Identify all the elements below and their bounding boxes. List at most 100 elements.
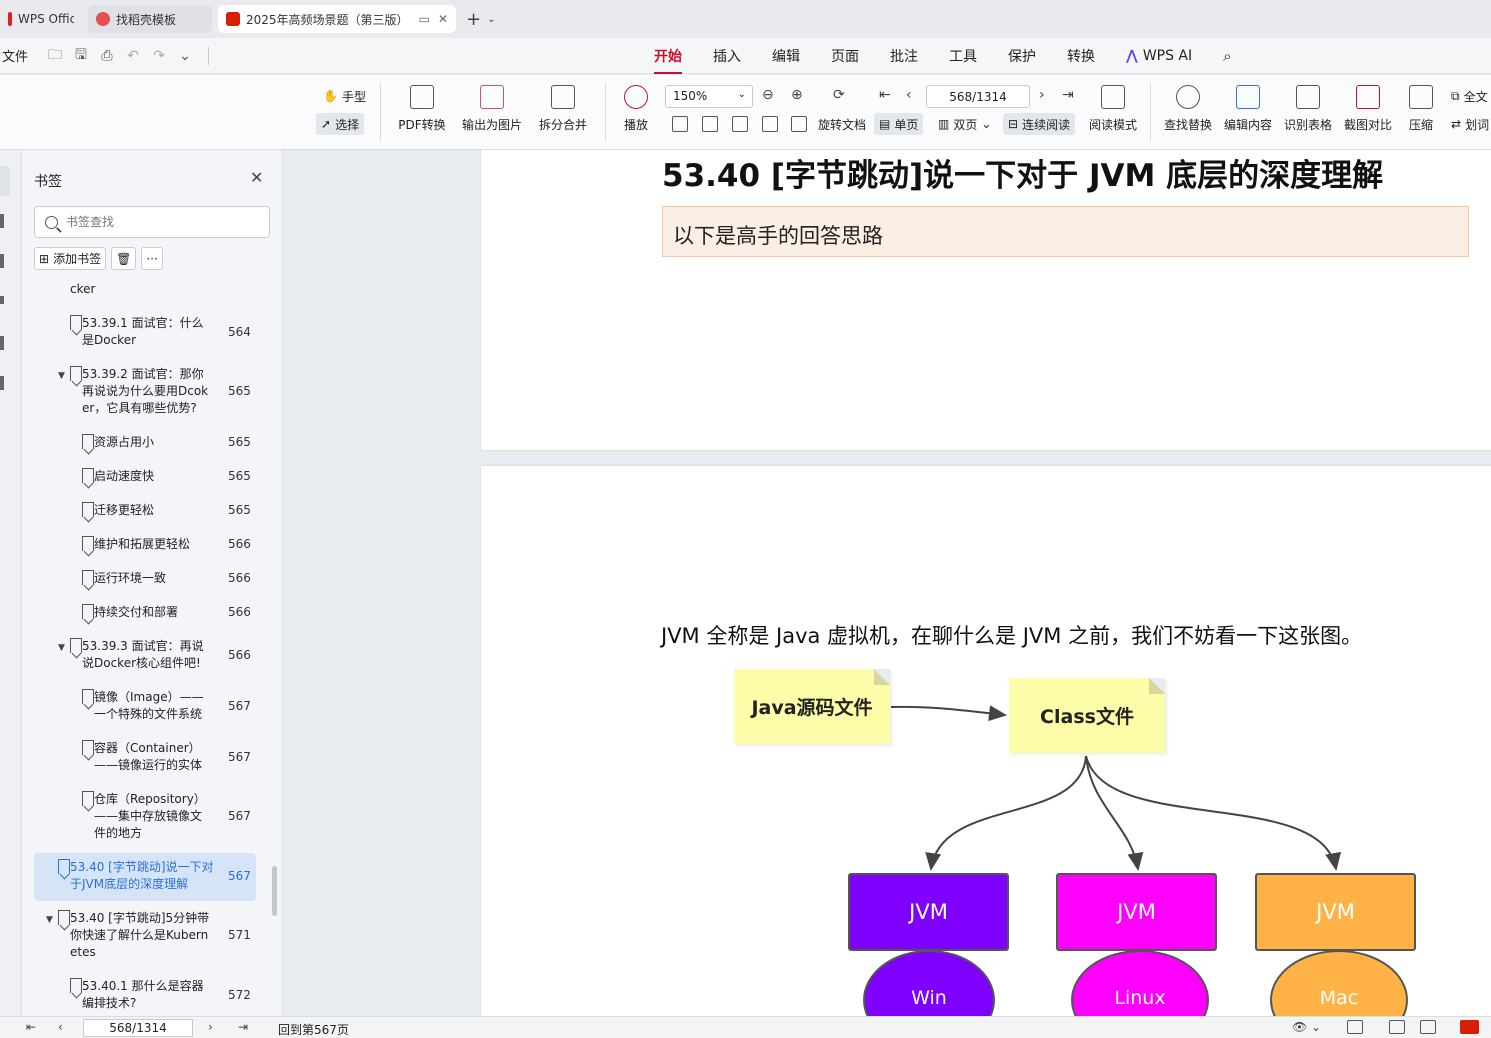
last-page-icon[interactable]: ⇥: [1062, 87, 1074, 103]
status-page-input[interactable]: 568/1314: [83, 1019, 193, 1037]
bookmark-scrollbar[interactable]: [272, 866, 277, 916]
menu-row: 文件 🗀 🖫 ⎙ ↶ ↷ ⌄ 开始 插入 编辑 页面 批注 工具 保护 转换 ⋀…: [0, 38, 1491, 74]
wps-ai-button[interactable]: ⋀ WPS AI: [1126, 48, 1192, 64]
rotate-left-icon[interactable]: [762, 116, 778, 132]
layer-strip-icon[interactable]: [0, 376, 4, 390]
bookmark-strip-tab[interactable]: [0, 166, 10, 196]
edit-content-button[interactable]: 编辑内容: [1222, 85, 1274, 133]
print-icon[interactable]: ⎙: [94, 48, 120, 64]
zoom-in-icon[interactable]: ⊕: [791, 87, 803, 103]
zoom-select[interactable]: 150% ⌄: [665, 85, 753, 108]
undo-icon[interactable]: ↶: [120, 48, 146, 64]
bookmark-icon: [82, 434, 94, 449]
prev-page-icon[interactable]: ‹: [906, 87, 912, 103]
expand-triangle-icon[interactable]: ▼: [58, 640, 65, 657]
split-merge-button[interactable]: 拆分合并: [532, 85, 594, 133]
next-page-icon[interactable]: ›: [208, 1020, 213, 1034]
bookmark-item[interactable]: 53.40 [字节跳动]说一下对 于JVM底层的深度理解 567: [34, 853, 256, 901]
file-menu[interactable]: 文件: [0, 46, 28, 65]
tab-wps-office[interactable]: WPS Office: [0, 5, 82, 33]
add-bookmark-button[interactable]: ⊞ 添加书签: [34, 247, 107, 270]
reading-mode-button[interactable]: 阅读模式: [1087, 85, 1139, 133]
rotate-right-icon[interactable]: [791, 116, 807, 132]
new-tab-icon[interactable]: +: [466, 9, 481, 30]
export-image-button[interactable]: 输出为图片: [460, 85, 524, 133]
bookmark-add-icon: ⊞: [39, 251, 50, 266]
pdf-icon: [226, 12, 240, 26]
single-view-icon[interactable]: [1389, 1020, 1405, 1034]
edit-content-label: 编辑内容: [1223, 118, 1272, 132]
fit-width-icon[interactable]: [732, 116, 748, 132]
double-view-icon[interactable]: [1420, 1020, 1436, 1034]
recognize-table-button[interactable]: 识别表格: [1282, 85, 1334, 133]
expand-triangle-icon[interactable]: ▼: [58, 368, 65, 385]
expand-triangle-icon[interactable]: ▼: [46, 912, 53, 929]
menu-protect[interactable]: 保护: [1008, 46, 1036, 66]
rotate-icon[interactable]: ⟳: [833, 87, 845, 103]
single-page-button[interactable]: ▤ 单页: [874, 113, 924, 135]
chevron-down-icon[interactable]: ⌄: [172, 48, 198, 64]
pdf-convert-button[interactable]: PDF转换: [394, 85, 450, 133]
attachment-strip-icon[interactable]: [0, 336, 4, 350]
play-icon[interactable]: [1460, 1020, 1479, 1034]
zoom-out-icon[interactable]: ⊖: [762, 87, 774, 103]
compress-button[interactable]: 压缩: [1405, 85, 1437, 133]
last-page-icon[interactable]: ⇥: [238, 1020, 248, 1034]
bookmark-search[interactable]: [34, 206, 270, 238]
play-button[interactable]: 播放: [620, 85, 652, 133]
rotate-document-button[interactable]: 旋转文档: [813, 113, 871, 135]
fulltext-button[interactable]: ⧉ 全文: [1446, 85, 1488, 107]
menu-edit[interactable]: 编辑: [772, 46, 800, 66]
menu-annotate[interactable]: 批注: [890, 46, 918, 66]
prev-page-icon[interactable]: ‹: [58, 1020, 63, 1034]
redo-icon[interactable]: ↷: [146, 48, 172, 64]
double-page-button[interactable]: ▥ 双页 ⌄: [933, 113, 996, 135]
first-page-icon[interactable]: ⇤: [26, 1020, 36, 1034]
annotation-strip-icon[interactable]: [0, 296, 4, 304]
continuous-view-icon[interactable]: [1347, 1020, 1363, 1034]
screenshot-compare-button[interactable]: 截图对比: [1342, 85, 1394, 133]
open-folder-icon[interactable]: 🗀: [42, 44, 68, 68]
eye-icon[interactable]: 👁 ⌄: [1292, 1020, 1321, 1034]
menu-page[interactable]: 页面: [831, 46, 859, 66]
chevron-down-icon[interactable]: ⌄: [487, 14, 495, 25]
tab-template[interactable]: 找稻壳模板: [88, 5, 212, 33]
tab-label: WPS Office: [18, 12, 74, 26]
bookmark-label: 资源占用小: [94, 435, 155, 449]
hand-tool-button[interactable]: ✋ 手型: [318, 85, 371, 107]
jvm-box: JVM: [848, 873, 1009, 951]
menu-tools[interactable]: 工具: [949, 46, 977, 66]
page-number-input[interactable]: 568/1314: [926, 85, 1030, 108]
back-to-page-link[interactable]: 回到第567页: [278, 1021, 349, 1038]
close-icon[interactable]: ✕: [250, 168, 263, 187]
continuous-reading-button[interactable]: ⊟ 连续阅读: [1003, 113, 1076, 135]
menu-convert[interactable]: 转换: [1067, 46, 1095, 66]
first-page-icon[interactable]: ⇤: [879, 87, 891, 103]
delete-bookmark-button[interactable]: 🗑: [111, 247, 137, 270]
wps-ai-icon: ⋀: [1126, 48, 1138, 64]
outline-strip-icon[interactable]: [0, 254, 4, 268]
tab-document[interactable]: 2025年高频场景题（第三版） ▭ ✕: [218, 5, 456, 33]
find-replace-button[interactable]: 查找替换: [1162, 85, 1214, 133]
bookmark-search-input[interactable]: [66, 215, 246, 229]
search-icon[interactable]: ⌕: [1223, 47, 1231, 65]
bookmark-icon: [82, 502, 94, 517]
save-icon[interactable]: 🖫: [68, 44, 94, 68]
translate-button[interactable]: ⇄ 划词: [1446, 113, 1489, 135]
next-page-icon[interactable]: ›: [1039, 87, 1045, 103]
more-button[interactable]: ···: [141, 247, 163, 270]
compare-icon: [1356, 85, 1380, 109]
close-icon[interactable]: ✕: [438, 12, 448, 26]
continuous-label: 连续阅读: [1022, 117, 1071, 132]
zoom-value: 150%: [673, 89, 708, 103]
select-tool-button[interactable]: ➚ 选择: [316, 113, 365, 135]
menu-home[interactable]: 开始: [654, 46, 682, 74]
document-area[interactable]: 53.40 [字节跳动]说一下对于 JVM 底层的深度理解 以下是高手的回答思路…: [283, 150, 1491, 1016]
search-icon: [45, 215, 58, 229]
actual-size-icon[interactable]: [672, 116, 688, 132]
bookmark-page-number: 566: [228, 537, 251, 551]
fit-page-icon[interactable]: [702, 116, 718, 132]
menu-insert[interactable]: 插入: [713, 46, 741, 66]
monitor-icon[interactable]: ▭: [419, 12, 430, 26]
thumbnail-strip-icon[interactable]: [0, 214, 4, 228]
